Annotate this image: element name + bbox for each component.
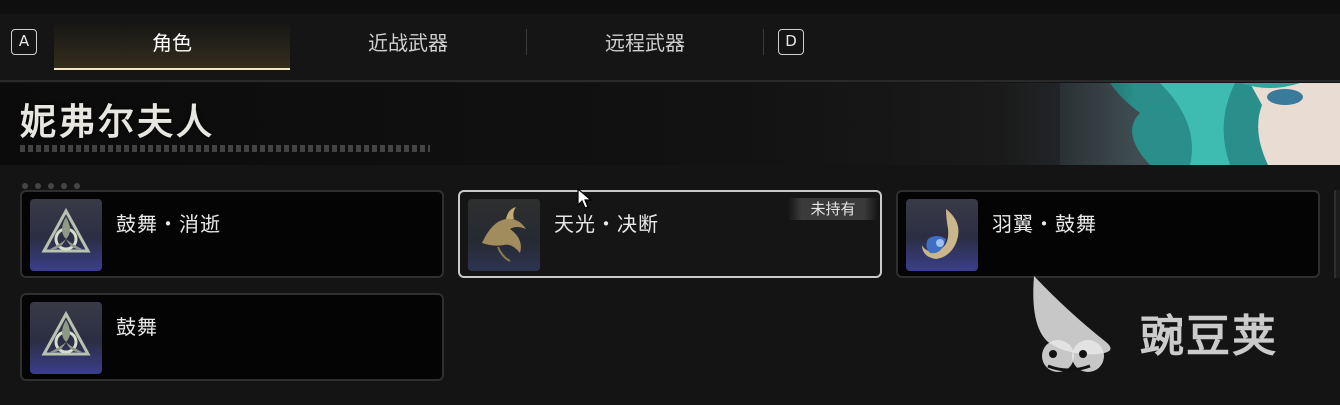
tri-knot-emblem-icon [30,302,102,374]
tab-ranged-weapon[interactable]: 远程武器 [527,22,763,70]
page-dot [22,183,28,189]
watermark-text: 豌豆荚 [1140,311,1278,362]
skin-name: 鼓舞 [116,315,158,339]
skin-name: 羽翼・鼓舞 [992,212,1097,236]
tab-melee-weapon-label: 近战武器 [368,31,448,55]
tri-knot-emblem-icon [30,199,102,271]
character-banner: 妮弗尔夫人 [0,83,1340,165]
skin-card-selected[interactable]: 天光・决断 未持有 [458,190,882,278]
key-hint-left[interactable]: A [11,29,37,55]
tab-melee-weapon[interactable]: 近战武器 [290,22,526,70]
divider [0,80,1340,82]
tab-ranged-weapon-label: 远程武器 [605,31,685,55]
page-dot [74,183,80,189]
character-name: 妮弗尔夫人 [20,101,216,143]
dragon-emblem-icon [468,199,540,271]
page-dot [48,183,54,189]
skin-card[interactable]: 羽翼・鼓舞 [896,190,1320,278]
page-dot [61,183,67,189]
banner-decorative-subtitle [20,145,430,152]
skin-card[interactable]: 鼓舞 [20,293,444,381]
not-owned-badge: 未持有 [788,198,878,220]
page-dot [35,183,41,189]
tab-character-label: 角色 [152,31,192,55]
skin-card-partial[interactable] [1334,190,1340,278]
tab-separator [763,29,764,55]
mouse-cursor-icon [577,187,593,209]
wing-swirl-emblem-icon [906,199,978,271]
skin-card[interactable]: 鼓舞・消逝 [20,190,444,278]
skin-name: 鼓舞・消逝 [116,212,221,236]
tab-character[interactable]: 角色 [54,22,290,70]
skin-name: 天光・决断 [554,212,659,236]
character-portrait [1000,83,1340,165]
key-hint-right[interactable]: D [778,29,804,55]
top-strip [0,0,1340,14]
